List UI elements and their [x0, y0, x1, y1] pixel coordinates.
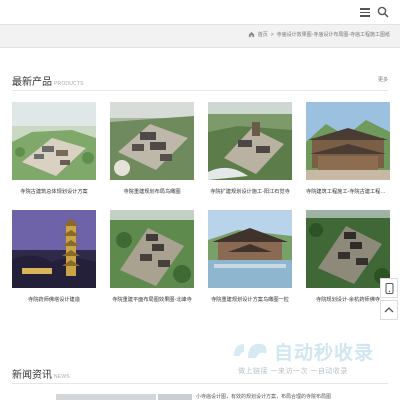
news-title: 新闻资讯 NEWS [12, 366, 70, 381]
home-icon [248, 31, 254, 38]
product-card[interactable]: 寺院重建规划设计方案鸟瞰图一粒 [208, 210, 292, 303]
back-to-top-button[interactable] [380, 300, 398, 320]
contact-phone-button[interactable] [380, 278, 398, 298]
product-caption[interactable]: 寺院重建规划设计方案鸟瞰图一粒 [208, 296, 292, 303]
product-image[interactable] [208, 210, 292, 288]
product-image[interactable] [110, 102, 194, 180]
phone-icon [385, 282, 393, 294]
product-image[interactable] [208, 102, 292, 180]
product-image[interactable] [12, 210, 96, 288]
watermark-logo-icon [234, 343, 267, 358]
watermark-title: 自动秒收录 [274, 343, 375, 364]
product-card[interactable]: 寺院古建筑总体规划设计方案 [12, 102, 96, 195]
products-section-header: 最新产品 PRODUCTS 更多 [12, 73, 388, 88]
product-card[interactable]: 寺院规划设计-余杭药师佛寺 [306, 210, 390, 303]
breadcrumb: 首页 > 寺庙设计效果图-寺庙设计布局图-寺庙工程施工图纸 [248, 31, 390, 38]
search-icon[interactable] [377, 6, 389, 18]
arrow-up-icon [384, 307, 394, 313]
product-caption[interactable]: 寺院建筑工程施工-寺院古建工程施工 [306, 188, 390, 195]
top-bar [0, 0, 400, 24]
products-title-en: PRODUCTS [54, 81, 84, 87]
product-card[interactable]: 寺院重建平面布局图效果图-北峰寺 [110, 210, 194, 303]
news-divider [12, 383, 388, 384]
product-caption[interactable]: 寺院药师佛塔设计建造 [12, 296, 96, 303]
news-section-header: 新闻资讯 NEWS [12, 366, 388, 381]
products-more-link[interactable]: 更多 [378, 76, 388, 83]
products-divider [12, 90, 388, 91]
product-caption[interactable]: 寺院古建筑总体规划设计方案 [12, 188, 96, 195]
hamburger-menu-icon[interactable] [360, 7, 370, 17]
product-card[interactable]: 寺院建筑工程施工-寺院古建工程施工 [306, 102, 390, 195]
product-image[interactable] [12, 102, 96, 180]
products-title: 最新产品 PRODUCTS [12, 73, 84, 88]
products-title-text: 最新产品 [12, 77, 52, 88]
product-caption[interactable]: 寺院重建规划布局鸟瞰图 [110, 188, 194, 195]
product-card[interactable]: 寺院重建规划布局鸟瞰图 [110, 102, 194, 195]
breadcrumb-current-link[interactable]: 寺庙设计效果图-寺庙设计布局图-寺庙工程施工图纸 [277, 31, 390, 38]
news-title-en: NEWS [54, 374, 70, 380]
product-card[interactable]: 寺院药师佛塔设计建造 [12, 210, 96, 303]
product-caption[interactable]: 寺院扩建规划设计施工-阳江石觉寺 [208, 188, 292, 195]
news-image[interactable] [56, 394, 156, 400]
product-caption[interactable]: 寺院重建平面布局图效果图-北峰寺 [110, 296, 194, 303]
news-snippet[interactable]: 小寺庙设计图，有效的规划设计方案，布局合理的寺院布局图 [196, 393, 331, 400]
product-image[interactable] [306, 102, 390, 180]
product-image[interactable] [306, 210, 390, 288]
news-image[interactable] [158, 394, 192, 400]
breadcrumb-bar: 首页 > 寺庙设计效果图-寺庙设计布局图-寺庙工程施工图纸 [0, 24, 400, 48]
news-title-text: 新闻资讯 [12, 370, 52, 381]
breadcrumb-separator: > [270, 31, 274, 38]
product-card[interactable]: 寺院扩建规划设计施工-阳江石觉寺 [208, 102, 292, 195]
product-image[interactable] [110, 210, 194, 288]
breadcrumb-home-link[interactable]: 首页 [258, 31, 268, 38]
product-caption[interactable]: 寺院规划设计-余杭药师佛寺 [306, 296, 390, 303]
